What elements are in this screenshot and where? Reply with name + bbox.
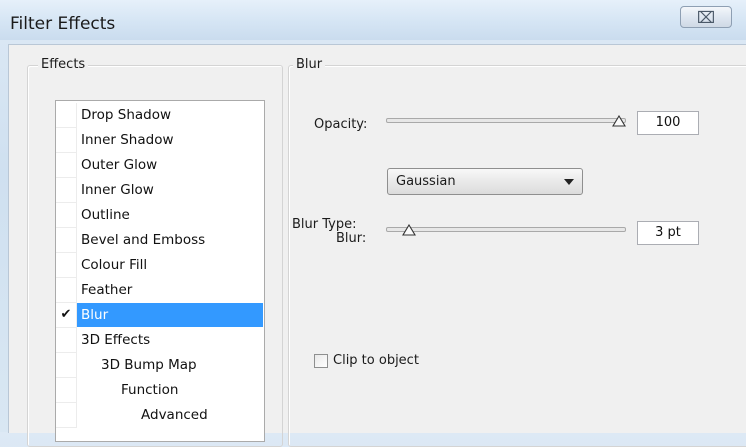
- blur-value-input[interactable]: 3 pt: [637, 221, 699, 245]
- effect-checkbox-cell[interactable]: [56, 227, 77, 253]
- effect-item[interactable]: Function: [56, 377, 263, 403]
- effect-item[interactable]: Drop Shadow: [56, 102, 263, 128]
- effect-item[interactable]: Colour Fill: [56, 252, 263, 278]
- blur-group-label: Blur: [293, 57, 326, 72]
- effect-checkbox-cell[interactable]: [56, 127, 77, 153]
- close-button[interactable]: ⌧: [680, 6, 732, 28]
- blur-slider-thumb[interactable]: [401, 224, 416, 236]
- effect-item[interactable]: Advanced: [56, 402, 263, 428]
- effect-item[interactable]: 3D Bump Map: [56, 352, 263, 378]
- effect-checkbox-cell[interactable]: [56, 402, 77, 428]
- effect-item[interactable]: 3D Effects: [56, 327, 263, 353]
- opacity-slider[interactable]: [386, 118, 626, 123]
- window-title: Filter Effects: [10, 14, 116, 34]
- blur-type-label: Blur Type:: [292, 217, 357, 232]
- dialog-body: Effects Drop Shadow Inner Shadow Outer Glo…: [8, 44, 746, 447]
- effect-checkbox-cell[interactable]: [56, 352, 77, 378]
- effect-item[interactable]: Outline: [56, 202, 263, 228]
- blur-label: Blur:: [336, 231, 367, 246]
- effect-item[interactable]: Feather: [56, 277, 263, 303]
- opacity-value-input[interactable]: 100: [637, 111, 699, 135]
- chevron-down-icon: [564, 179, 574, 185]
- blur-type-dropdown[interactable]: Gaussian: [387, 168, 583, 195]
- effect-checkbox-cell[interactable]: [56, 202, 77, 228]
- opacity-slider-thumb[interactable]: [612, 115, 626, 127]
- effect-item-label: Colour Fill: [81, 257, 148, 273]
- effect-checkbox-cell[interactable]: [56, 252, 77, 278]
- effect-item-label: Bevel and Emboss: [81, 232, 206, 248]
- effect-checkbox-cell[interactable]: [56, 327, 77, 353]
- checkmark-icon[interactable]: ✔: [56, 302, 77, 328]
- effects-tree[interactable]: Drop Shadow Inner Shadow Outer Glow Inner G…: [55, 100, 265, 442]
- effect-item-label: Blur: [77, 303, 263, 327]
- clip-to-object-checkbox[interactable]: [314, 354, 328, 368]
- effect-item-label: Drop Shadow: [81, 107, 172, 123]
- effect-item[interactable]: Bevel and Emboss: [56, 227, 263, 253]
- effect-item-label: Inner Shadow: [81, 132, 174, 148]
- effect-item-label: 3D Bump Map: [101, 357, 197, 373]
- effect-checkbox-cell[interactable]: [56, 152, 77, 178]
- effect-item[interactable]: ✔ Blur: [56, 302, 263, 328]
- effect-item-label: Function: [121, 382, 179, 398]
- effect-item-label: Outer Glow: [81, 157, 158, 173]
- effect-item-label: Outline: [81, 207, 130, 223]
- effect-checkbox-cell[interactable]: [56, 277, 77, 303]
- effect-checkbox-cell[interactable]: [56, 177, 77, 203]
- effect-item-label: Advanced: [141, 407, 208, 423]
- effect-checkbox-cell[interactable]: [56, 102, 77, 128]
- effect-item-label: Feather: [81, 282, 133, 298]
- close-icon: ⌧: [696, 8, 716, 27]
- effect-item[interactable]: Inner Glow: [56, 177, 263, 203]
- effects-group-label: Effects: [38, 57, 89, 72]
- effect-item[interactable]: Outer Glow: [56, 152, 263, 178]
- blur-type-value: Gaussian: [396, 174, 456, 189]
- clip-to-object-label[interactable]: Clip to object: [333, 353, 419, 368]
- title-bar: Filter Effects ⌧: [0, 0, 746, 40]
- blur-slider[interactable]: [386, 227, 626, 232]
- effect-item-label: 3D Effects: [81, 332, 151, 348]
- effect-item-label: Inner Glow: [81, 182, 154, 198]
- effect-item[interactable]: Inner Shadow: [56, 127, 263, 153]
- opacity-label: Opacity:: [314, 117, 368, 132]
- effect-checkbox-cell[interactable]: [56, 377, 77, 403]
